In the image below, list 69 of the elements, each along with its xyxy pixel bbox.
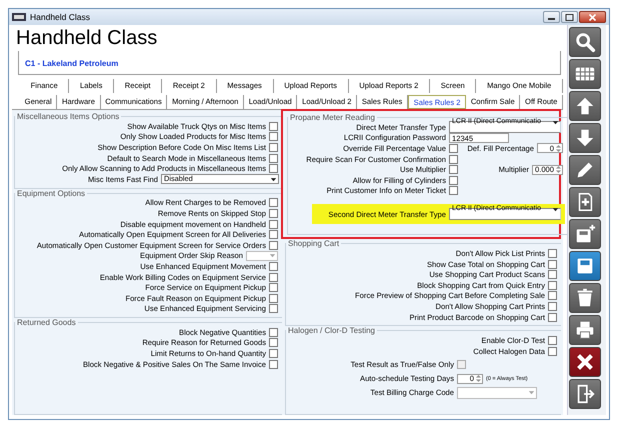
checkbox[interactable]	[548, 312, 557, 322]
down-button[interactable]	[569, 123, 601, 153]
checkbox[interactable]	[449, 154, 458, 164]
checkbox[interactable]	[548, 270, 557, 280]
checkbox[interactable]	[269, 142, 278, 152]
checkbox[interactable]	[548, 346, 557, 356]
grid-button[interactable]	[569, 59, 601, 89]
caret-icon	[527, 388, 536, 397]
checkbox[interactable]	[269, 154, 278, 163]
save-button[interactable]	[569, 251, 601, 281]
checkbox[interactable]	[548, 248, 557, 258]
exit-button[interactable]	[569, 379, 601, 409]
checkbox[interactable]	[269, 360, 278, 369]
checkbox[interactable]	[548, 291, 557, 300]
group-title: Miscellaneous Items Options	[16, 112, 120, 121]
checkbox[interactable]	[269, 283, 278, 292]
checkbox[interactable]	[269, 198, 278, 208]
checkbox[interactable]	[548, 302, 557, 311]
checkbox[interactable]	[269, 220, 278, 229]
up-button[interactable]	[569, 91, 601, 121]
checkbox[interactable]	[269, 240, 278, 250]
close-icon	[588, 14, 597, 20]
customer-name: C1 - Lakeland Petroleum	[25, 59, 118, 68]
window-title: Handheld Class	[30, 12, 90, 22]
group-title: Shopping Cart	[287, 239, 340, 248]
add-disk-button[interactable]	[569, 219, 601, 249]
print-button[interactable]	[569, 315, 601, 345]
page-heading: Handheld Class	[15, 26, 158, 51]
checkbox[interactable]	[449, 176, 458, 185]
checkbox[interactable]	[449, 165, 458, 174]
maximize-button[interactable]	[561, 11, 578, 23]
checkbox[interactable]	[269, 304, 278, 314]
minimize-button[interactable]	[543, 11, 560, 23]
delete-button[interactable]	[569, 283, 601, 313]
search-button[interactable]	[569, 27, 601, 57]
checkbox[interactable]	[269, 294, 278, 303]
checkbox[interactable]	[548, 336, 557, 346]
checkbox[interactable]	[449, 144, 458, 153]
up-arrow-icon	[574, 95, 596, 117]
disk-plus-icon	[574, 223, 596, 245]
group-title: Equipment Options	[16, 188, 86, 198]
group-title: Halogen / Clor-D Testing	[287, 326, 376, 336]
checkbox[interactable]	[269, 208, 278, 218]
spin-arrows-icon[interactable]	[555, 142, 562, 154]
close-button[interactable]	[579, 11, 606, 23]
checkbox[interactable]	[548, 280, 557, 290]
checkbox[interactable]	[449, 186, 458, 196]
checkbox[interactable]	[269, 132, 278, 142]
spin-arrows-icon[interactable]	[475, 373, 482, 384]
spin-arrows-icon[interactable]	[555, 164, 562, 176]
checkbox[interactable]	[269, 349, 278, 358]
group-title: Propane Meter Reading	[289, 113, 376, 122]
cancel-button[interactable]	[569, 347, 601, 377]
checkbox[interactable]	[269, 328, 278, 337]
maximize-icon	[565, 14, 574, 20]
search-icon	[574, 31, 596, 53]
edit-button[interactable]	[569, 155, 601, 185]
checkbox[interactable]	[269, 230, 278, 240]
checkbox[interactable]	[269, 122, 278, 131]
checkbox[interactable]	[269, 338, 278, 348]
app-icon	[12, 13, 26, 21]
checkbox[interactable]	[269, 262, 278, 271]
checkbox[interactable]	[269, 164, 278, 174]
group-title: Returned Goods	[16, 318, 77, 328]
checkbox[interactable]	[269, 272, 278, 282]
checkbox[interactable]	[548, 260, 557, 269]
add-page-button[interactable]	[569, 187, 601, 217]
printer-icon	[574, 319, 596, 341]
down-arrow-icon	[574, 127, 596, 149]
